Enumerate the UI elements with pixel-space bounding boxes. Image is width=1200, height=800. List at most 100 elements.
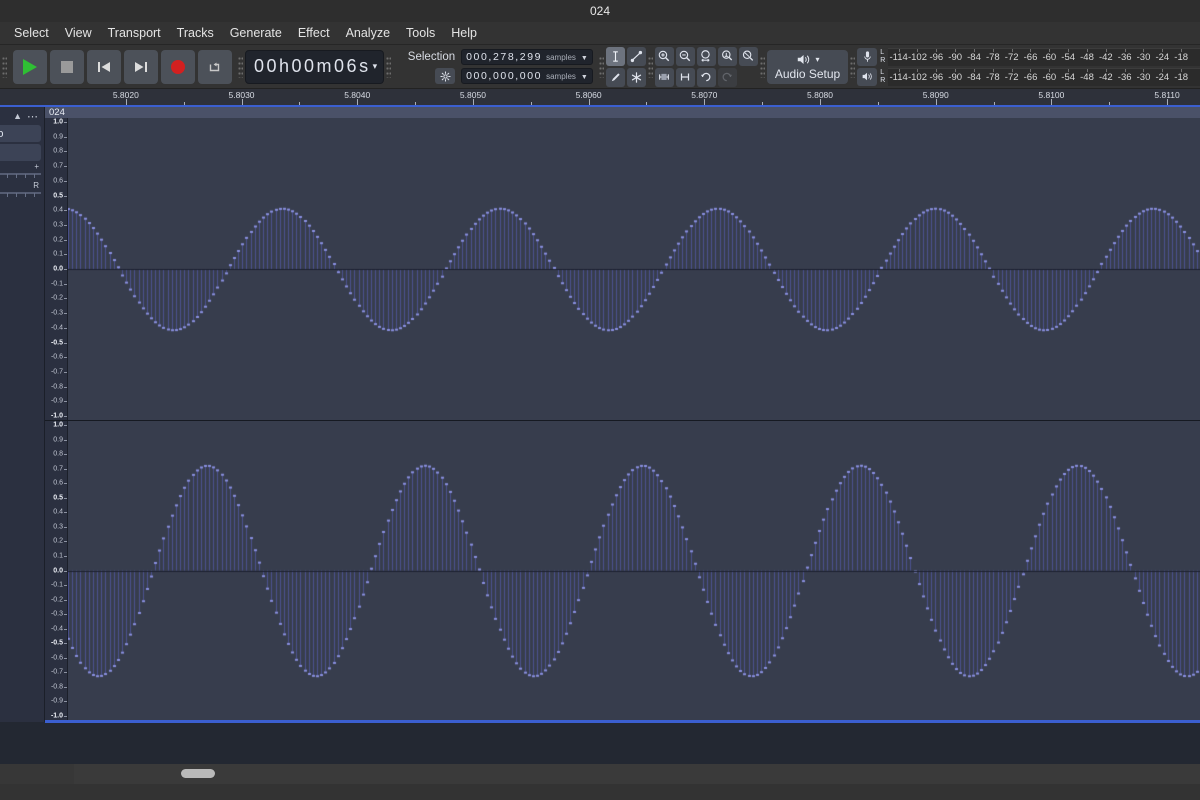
- tools-toolbar-grip[interactable]: [597, 52, 606, 82]
- vertical-ruler-label: -0.3: [51, 310, 63, 317]
- selection-end-field[interactable]: 000,000,000 samples ▼: [461, 68, 593, 84]
- left-channel-waveform[interactable]: [68, 118, 1200, 420]
- time-display[interactable]: 00h00m06s ▾: [245, 50, 384, 84]
- vertical-ruler-tick: [64, 122, 67, 123]
- right-channel-waveform[interactable]: [68, 421, 1200, 720]
- ellipsis-icon[interactable]: ⋯: [27, 110, 39, 123]
- skip-to-end-button[interactable]: [124, 50, 158, 84]
- vertical-ruler-tick: [64, 716, 67, 717]
- menu-item-generate[interactable]: Generate: [222, 23, 290, 43]
- ruler-tick-major: [704, 99, 705, 105]
- audio-setup-grip[interactable]: [758, 52, 767, 82]
- fit-selection-button[interactable]: [697, 47, 716, 66]
- selection-label: Selection: [397, 51, 455, 63]
- time-toolbar-grip[interactable]: [236, 52, 245, 82]
- trim-icon: [657, 70, 671, 84]
- audio-setup-button[interactable]: ▾ Audio Setup: [767, 50, 848, 84]
- trim-audio-button[interactable]: [655, 68, 674, 87]
- playback-meter-scale[interactable]: -114-102-96-90-84-78-72-66-60-54-48-42-3…: [888, 68, 1200, 86]
- stop-button[interactable]: [50, 50, 84, 84]
- track-name-bar[interactable]: 024: [45, 107, 1200, 118]
- selection-end-row: 000,000,000 samples ▼: [397, 68, 593, 84]
- selection-end-caret[interactable]: ▼: [581, 74, 588, 81]
- vertical-ruler-tick: [64, 687, 67, 688]
- vertical-ruler-tick: [64, 372, 67, 373]
- menu-item-analyze[interactable]: Analyze: [338, 23, 398, 43]
- audio-setup-caret: ▾: [816, 55, 820, 64]
- recording-meter-label: -36: [1118, 52, 1132, 63]
- vertical-ruler-label: -0.5: [51, 339, 63, 346]
- selection-toolbar-grip[interactable]: [384, 52, 393, 82]
- playback-meter-button[interactable]: [857, 68, 877, 86]
- vertical-ruler-label: -0.4: [51, 324, 63, 331]
- recording-meter[interactable]: L R -114-102-96-90-84-78-72-66-60-54-48-…: [857, 48, 1200, 66]
- ruler-tick-minor: [994, 102, 995, 105]
- redo-button[interactable]: [718, 68, 737, 87]
- ruler-tick-minor: [878, 102, 879, 105]
- menu-item-tools[interactable]: Tools: [398, 23, 443, 43]
- zoom-in-icon: [657, 49, 671, 63]
- menu-item-effect[interactable]: Effect: [290, 23, 338, 43]
- recording-meter-button[interactable]: [857, 48, 877, 66]
- menu-item-help[interactable]: Help: [443, 23, 485, 43]
- recording-meter-label: -90: [948, 52, 962, 63]
- track-control-panel: ▲ ⋯ Solo ...cts + R: [0, 107, 45, 722]
- playback-meter[interactable]: L R -114-102-96-90-84-78-72-66-60-54-48-…: [857, 68, 1200, 86]
- selection-settings-button[interactable]: [435, 68, 455, 84]
- vertical-ruler-label: -0.5: [51, 640, 63, 647]
- playback-meter-label: -90: [948, 72, 962, 83]
- selection-start-caret[interactable]: ▼: [581, 55, 588, 62]
- vertical-ruler-label: 1.0: [53, 422, 63, 429]
- track-bottom-border: [45, 720, 1200, 723]
- envelope-tool[interactable]: [627, 47, 646, 66]
- fit-project-button[interactable]: [718, 47, 737, 66]
- scrollbar-track[interactable]: [74, 764, 1200, 784]
- loop-button[interactable]: [198, 50, 232, 84]
- playback-channel-right: R: [880, 77, 885, 85]
- menu-item-tracks[interactable]: Tracks: [169, 23, 222, 43]
- vertical-ruler-label: -0.6: [51, 654, 63, 661]
- record-button[interactable]: [161, 50, 195, 84]
- menu-item-view[interactable]: View: [57, 23, 100, 43]
- transport-toolbar-grip[interactable]: [0, 52, 9, 82]
- vertical-ruler-label: -0.9: [51, 398, 63, 405]
- undo-icon: [699, 70, 713, 84]
- left-channel-vertical-ruler[interactable]: 1.00.90.80.70.60.50.40.30.20.10.0-0.1-0.…: [45, 118, 68, 420]
- undo-button[interactable]: [697, 68, 716, 87]
- draw-tool[interactable]: [606, 68, 625, 87]
- solo-button[interactable]: Solo: [0, 125, 41, 142]
- timeline-ruler[interactable]: 5.80205.80305.80405.80505.80605.80705.80…: [0, 89, 1200, 107]
- main-toolbar: 00h00m06s ▾ Selection 000,278,299 sample…: [0, 45, 1200, 89]
- horizontal-scrollbar[interactable]: [0, 764, 1200, 784]
- edit-toolbar-grip[interactable]: [646, 52, 655, 82]
- recording-meter-scale[interactable]: -114-102-96-90-84-78-72-66-60-54-48-42-3…: [888, 48, 1200, 66]
- play-button[interactable]: [13, 50, 47, 84]
- silence-audio-button[interactable]: [676, 68, 695, 87]
- pan-slider[interactable]: R: [0, 185, 41, 199]
- effects-button[interactable]: ...cts: [0, 144, 41, 161]
- multi-tool[interactable]: [627, 68, 646, 87]
- ruler-tick-minor: [299, 102, 300, 105]
- vertical-ruler-tick: [64, 643, 67, 644]
- skip-to-start-button[interactable]: [87, 50, 121, 84]
- menu-item-select[interactable]: Select: [6, 23, 57, 43]
- recording-meter-label: -42: [1099, 52, 1113, 63]
- selection-tool[interactable]: [606, 47, 625, 66]
- vertical-ruler-label: 0.9: [53, 436, 63, 443]
- menu-item-transport[interactable]: Transport: [100, 23, 169, 43]
- left-channel: 1.00.90.80.70.60.50.40.30.20.10.0-0.1-0.…: [45, 118, 1200, 420]
- selection-start-field[interactable]: 000,278,299 samples ▼: [461, 49, 593, 65]
- scrollbar-thumb[interactable]: [181, 769, 215, 778]
- zoom-in-button[interactable]: [655, 47, 674, 66]
- meter-toolbar-grip[interactable]: [848, 52, 857, 82]
- time-format-caret[interactable]: ▾: [373, 61, 378, 72]
- chevron-up-icon[interactable]: ▲: [13, 111, 22, 121]
- zoom-out-button[interactable]: [676, 47, 695, 66]
- right-channel-vertical-ruler[interactable]: 1.00.90.80.70.60.50.40.30.20.10.0-0.1-0.…: [45, 421, 68, 720]
- window-title: 024: [590, 4, 610, 18]
- zoom-toggle-button[interactable]: [739, 47, 758, 66]
- gain-slider[interactable]: +: [0, 166, 41, 180]
- pan-slider-mark: R: [33, 181, 39, 190]
- vertical-ruler-label: 0.3: [53, 523, 63, 530]
- vertical-ruler-label: -0.1: [51, 280, 63, 287]
